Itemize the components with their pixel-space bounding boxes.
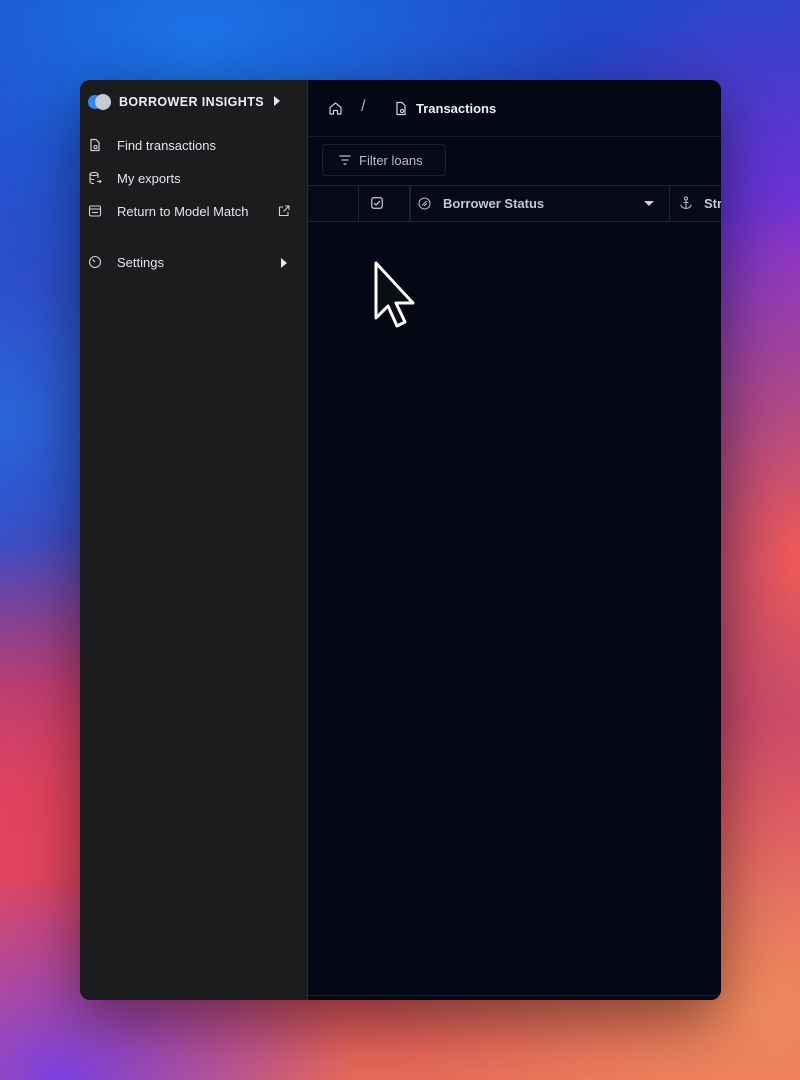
breadcrumb-separator: /: [361, 98, 366, 115]
breadcrumb-current[interactable]: Transactions: [416, 101, 496, 116]
window-icon: [88, 204, 102, 218]
breadcrumb: / Transactions: [308, 80, 721, 137]
home-icon[interactable]: [328, 101, 343, 116]
toolbar: Filter loans: [308, 137, 721, 186]
sidebar-item-label: Settings: [117, 255, 164, 270]
chevron-right-icon: [274, 96, 280, 106]
sidebar-item-settings[interactable]: Settings: [80, 247, 307, 277]
anchor-icon: [679, 196, 693, 210]
document-search-icon: [88, 138, 102, 152]
mouse-pointer-icon: [370, 260, 420, 330]
sidebar-item-label: Find transactions: [117, 138, 216, 153]
select-all-checkbox[interactable]: [371, 197, 383, 209]
filter-lines-icon: [339, 155, 351, 165]
app-window: BORROWER INSIGHTS Find transactions My e…: [80, 80, 721, 1000]
brand-logo: [88, 94, 112, 110]
table-header: Borrower Status Str: [308, 186, 721, 222]
column-header-str[interactable]: Str: [704, 196, 721, 211]
sidebar-item-find-transactions[interactable]: Find transactions: [80, 130, 307, 160]
status-icon: [418, 197, 431, 210]
chevron-right-icon: [281, 258, 287, 268]
sidebar-item-label: My exports: [117, 171, 181, 186]
divider: [308, 995, 721, 996]
sidebar-item-label: Return to Model Match: [117, 204, 249, 219]
brand-name: BORROWER INSIGHTS: [119, 95, 264, 109]
gauge-icon: [88, 255, 102, 269]
filter-loans-label: Filter loans: [359, 153, 423, 168]
sidebar: BORROWER INSIGHTS Find transactions My e…: [80, 80, 308, 1000]
sidebar-item-my-exports[interactable]: My exports: [80, 163, 307, 193]
sidebar-item-return-to-model-match[interactable]: Return to Model Match: [80, 196, 307, 226]
caret-down-icon[interactable]: [644, 201, 654, 206]
document-icon: [394, 101, 408, 116]
external-link-icon: [277, 204, 291, 218]
brand-switcher[interactable]: BORROWER INSIGHTS: [88, 92, 298, 112]
column-header-borrower-status[interactable]: Borrower Status: [443, 196, 544, 211]
database-export-icon: [88, 171, 102, 185]
main-panel: / Transactions Filter loans Borrower Sta…: [308, 80, 721, 1000]
filter-loans-button[interactable]: Filter loans: [322, 144, 446, 176]
